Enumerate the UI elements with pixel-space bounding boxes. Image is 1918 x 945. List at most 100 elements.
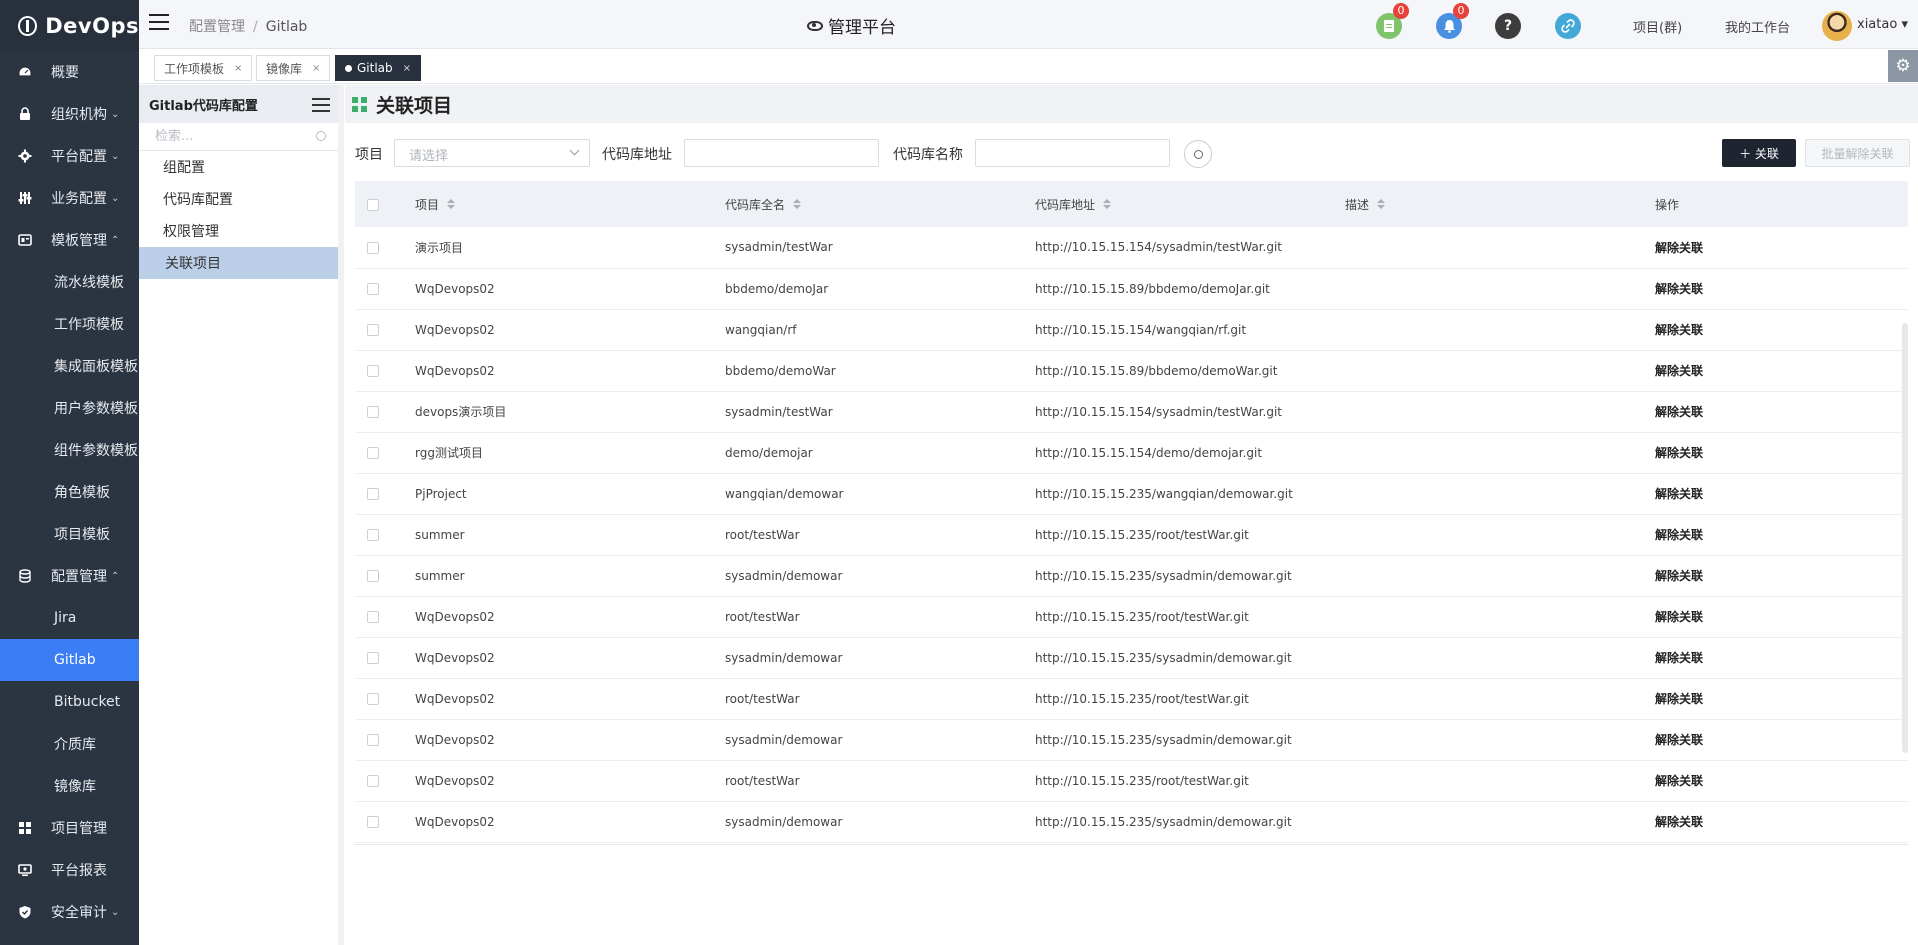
document-notification-icon[interactable]: 0 [1376, 3, 1409, 39]
row-checkbox[interactable] [367, 488, 379, 500]
sidebar-subitem-pipeline-template[interactable]: 流水线模板 [0, 261, 139, 303]
avatar[interactable] [1822, 11, 1852, 41]
close-icon[interactable]: × [403, 63, 411, 74]
unlink-button[interactable]: 解除关联 [1655, 309, 1908, 350]
panel-search-input[interactable] [155, 129, 315, 144]
close-icon[interactable]: × [234, 63, 242, 74]
row-checkbox[interactable] [367, 406, 379, 418]
sidebar: DevOps 概要 组织机构 ⌄ 平台配置 ⌄ 业务配置 ⌄ 模板管理 ⌃ 流水线模板 工作项模板… [0, 0, 139, 945]
sidebar-subitem-media-library[interactable]: 介质库 [0, 723, 139, 765]
row-checkbox[interactable] [367, 816, 379, 828]
sidebar-subitem-jira[interactable]: Jira [0, 597, 139, 639]
link-button[interactable]: ＋ 关联 [1722, 139, 1796, 167]
sort-icon[interactable] [1103, 199, 1112, 211]
unlink-button[interactable]: 解除关联 [1655, 801, 1908, 842]
table-scrollbar[interactable] [1902, 323, 1908, 753]
help-icon[interactable]: ? [1495, 13, 1521, 39]
row-checkbox[interactable] [367, 652, 379, 664]
sidebar-item-security-audit[interactable]: 安全审计 ⌄ [0, 891, 139, 933]
sidebar-item-business-config[interactable]: 业务配置 ⌄ [0, 177, 139, 219]
unlink-button[interactable]: 解除关联 [1655, 473, 1908, 514]
sort-icon[interactable] [447, 199, 456, 211]
unlink-button[interactable]: 解除关联 [1655, 432, 1908, 473]
sort-icon[interactable] [1377, 199, 1386, 211]
settings-gear-icon[interactable]: ⚙ [1888, 50, 1918, 82]
search-button[interactable] [1184, 140, 1212, 168]
panel-item-group-config[interactable]: 组配置 [139, 151, 338, 183]
sidebar-subitem-image-repo[interactable]: 镜像库 [0, 765, 139, 807]
breadcrumb-parent[interactable]: 配置管理 [189, 19, 245, 35]
cell-description [1345, 350, 1655, 391]
sidebar-item-template-management[interactable]: 模板管理 ⌃ [0, 219, 139, 261]
user-menu[interactable]: xiatao ▾ [1857, 17, 1908, 32]
row-checkbox[interactable] [367, 570, 379, 582]
panel-menu-icon[interactable] [312, 98, 330, 112]
search-icon[interactable] [316, 131, 326, 141]
repo-name-input[interactable] [975, 139, 1170, 167]
panel-item-linked-projects[interactable]: 关联项目 [139, 247, 338, 279]
app-logo[interactable]: DevOps [0, 0, 139, 51]
close-icon[interactable]: × [312, 63, 320, 74]
panel-item-permission-management[interactable]: 权限管理 [139, 215, 338, 247]
row-checkbox[interactable] [367, 734, 379, 746]
tab-gitlab[interactable]: Gitlab × [335, 55, 422, 81]
panel-item-repo-config[interactable]: 代码库配置 [139, 183, 338, 215]
link-icon[interactable] [1555, 13, 1581, 39]
sidebar-item-platform-config[interactable]: 平台配置 ⌄ [0, 135, 139, 177]
row-checkbox[interactable] [367, 611, 379, 623]
sidebar-item-config-management[interactable]: 配置管理 ⌃ [0, 555, 139, 597]
sidebar-subitem-role-template[interactable]: 角色模板 [0, 471, 139, 513]
sidebar-subitem-panel-template[interactable]: 集成面板模板 [0, 345, 139, 387]
unlink-button[interactable]: 解除关联 [1655, 391, 1908, 432]
bell-notification-icon[interactable]: 0 [1436, 3, 1469, 39]
repo-address-input[interactable] [684, 139, 879, 167]
select-all-checkbox[interactable] [367, 198, 379, 211]
unlink-button[interactable]: 解除关联 [1655, 596, 1908, 637]
row-checkbox[interactable] [367, 283, 379, 295]
row-checkbox[interactable] [367, 365, 379, 377]
tab-image-repo[interactable]: 镜像库 × [256, 55, 331, 81]
row-checkbox[interactable] [367, 241, 379, 254]
sort-icon[interactable] [793, 199, 802, 211]
column-header-description[interactable]: 描述 [1345, 181, 1655, 227]
sidebar-item-overview[interactable]: 概要 [0, 51, 139, 93]
tab-workitem-template[interactable]: 工作项模板 × [154, 55, 253, 81]
sidebar-subitem-component-param-template[interactable]: 组件参数模板 [0, 429, 139, 471]
project-select[interactable]: 请选择 [394, 139, 590, 167]
cell-repo-fullname: root/testWar [725, 527, 800, 542]
column-header-repo-address[interactable]: 代码库地址 [1035, 181, 1345, 227]
sidebar-subitem-project-template[interactable]: 项目模板 [0, 513, 139, 555]
row-checkbox[interactable] [367, 324, 379, 336]
unlink-button[interactable]: 解除关联 [1655, 555, 1908, 596]
menu-toggle-icon[interactable] [149, 14, 169, 30]
unlink-button[interactable]: 解除关联 [1655, 350, 1908, 391]
unlink-button[interactable]: 解除关联 [1655, 637, 1908, 678]
unlink-button[interactable]: 解除关联 [1655, 268, 1908, 309]
cell-repo-address: http://10.15.15.235/sysadmin/demowar.git [1035, 650, 1292, 665]
projects-link[interactable]: 项目(群) [1633, 17, 1682, 36]
unlink-button[interactable]: 解除关联 [1655, 719, 1908, 760]
sidebar-subitem-workitem-template[interactable]: 工作项模板 [0, 303, 139, 345]
column-header-project[interactable]: 项目 [415, 181, 725, 227]
row-checkbox[interactable] [367, 529, 379, 541]
unlink-button[interactable]: 解除关联 [1655, 227, 1908, 268]
unlink-button[interactable]: 解除关联 [1655, 760, 1908, 801]
column-header-repo-fullname[interactable]: 代码库全名 [725, 181, 1035, 227]
sidebar-item-organization[interactable]: 组织机构 ⌄ [0, 93, 139, 135]
grid-icon [18, 821, 32, 835]
sidebar-item-platform-reports[interactable]: 平台报表 [0, 849, 139, 891]
batch-unlink-button[interactable]: 批量解除关联 [1805, 139, 1910, 167]
sidebar-subitem-bitbucket[interactable]: Bitbucket [0, 681, 139, 723]
sidebar-item-project-management[interactable]: 项目管理 [0, 807, 139, 849]
row-checkbox[interactable] [367, 693, 379, 705]
row-checkbox[interactable] [367, 447, 379, 459]
panel-scrollbar[interactable] [338, 85, 344, 945]
sidebar-subitem-user-param-template[interactable]: 用户参数模板 [0, 387, 139, 429]
workbench-link[interactable]: 我的工作台 [1725, 17, 1790, 36]
unlink-button[interactable]: 解除关联 [1655, 514, 1908, 555]
unlink-button[interactable]: 解除关联 [1655, 678, 1908, 719]
shield-icon [18, 905, 32, 919]
row-checkbox[interactable] [367, 775, 379, 787]
sidebar-subitem-gitlab[interactable]: Gitlab [0, 639, 139, 681]
table-row: WqDevops02 root/testWar http://10.15.15.23… [355, 596, 1908, 637]
